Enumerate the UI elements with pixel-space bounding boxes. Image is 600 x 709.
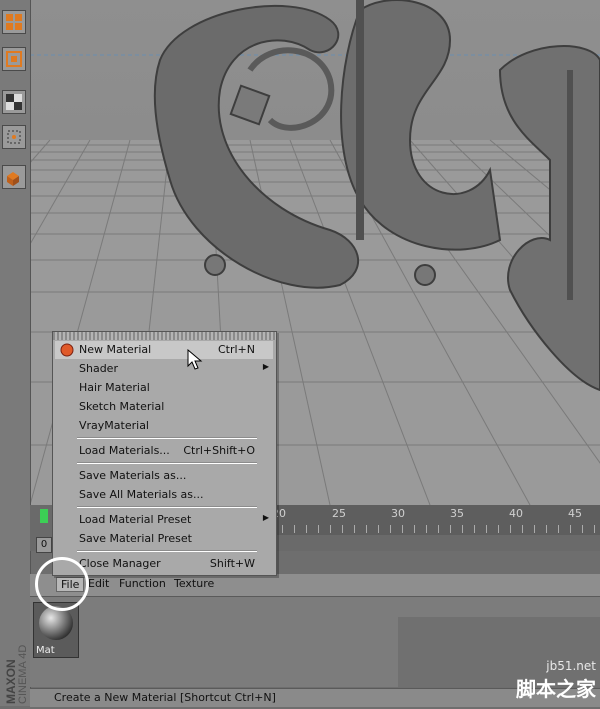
maxon-text: MAXON <box>4 659 18 704</box>
tick-label: 30 <box>391 507 405 520</box>
left-toolbar: MAXON CINEMA 4D <box>0 0 31 706</box>
menu-item-shortcut: Shift+W <box>209 557 255 570</box>
menu-item-save-material-preset[interactable]: Save Material Preset <box>55 530 273 548</box>
menu-item-shortcut: Ctrl+Shift+O <box>183 444 255 457</box>
watermark-name: 脚本之家 <box>516 677 596 701</box>
tick-label: 40 <box>509 507 523 520</box>
menu-item-load-materials[interactable]: Load Materials... Ctrl+Shift+O <box>55 442 273 460</box>
menu-item-vraymaterial[interactable]: VrayMaterial <box>55 417 273 435</box>
menu-separator <box>77 462 257 464</box>
material-panel[interactable]: Mat <box>30 597 600 687</box>
tick-label: 25 <box>332 507 346 520</box>
menu-item-label: Load Materials... <box>79 444 170 457</box>
model-mode-button[interactable] <box>2 165 26 189</box>
points-mode-button[interactable] <box>2 125 26 149</box>
submenu-arrow-icon: ▶ <box>262 362 269 371</box>
cubes-icon <box>7 172 19 186</box>
menu-item-label: Close Manager <box>79 557 161 570</box>
menu-item-label: VrayMaterial <box>79 419 149 432</box>
new-material-icon <box>60 343 74 357</box>
menu-item-label: Save Material Preset <box>79 532 192 545</box>
object-mode-button[interactable] <box>2 47 26 71</box>
cinema4d-logo: MAXON CINEMA 4D <box>2 600 29 706</box>
points-icon <box>7 130 21 144</box>
object-icon <box>6 51 22 67</box>
menu-item-new-material[interactable]: New Material Ctrl+N <box>55 341 273 359</box>
status-bar: Create a New Material [Shortcut Ctrl+N] <box>30 688 600 707</box>
timeline-ruler[interactable]: 20 25 30 35 40 45 <box>270 505 600 535</box>
watermark: jb51.net 脚本之家 <box>516 659 596 702</box>
menu-item-save-materials-as[interactable]: Save Materials as... <box>55 467 273 485</box>
menu-item-label: New Material <box>79 343 152 356</box>
playhead-marker[interactable] <box>40 509 48 523</box>
timeline-ticks <box>270 525 600 533</box>
menu-separator <box>77 506 257 508</box>
grid-layout-icon <box>6 14 22 30</box>
material-menubar: File Edit Function Texture <box>30 574 600 597</box>
menu-item-label: Shader <box>79 362 118 375</box>
menu-item-sketch-material[interactable]: Sketch Material <box>55 398 273 416</box>
status-text: Create a New Material [Shortcut Ctrl+N] <box>54 691 276 704</box>
highlight-circle <box>35 557 89 611</box>
menu-function[interactable]: Function <box>119 577 166 590</box>
viewport-layout-button[interactable] <box>2 10 26 34</box>
file-dropdown-menu: New Material Ctrl+N Shader ▶ Hair Materi… <box>52 331 277 576</box>
menu-grip[interactable] <box>53 332 276 340</box>
menu-separator <box>77 437 257 439</box>
menu-item-hair-material[interactable]: Hair Material <box>55 379 273 397</box>
submenu-arrow-icon: ▶ <box>262 513 269 522</box>
menu-separator <box>77 550 257 552</box>
tick-label: 45 <box>568 507 582 520</box>
menu-edit[interactable]: Edit <box>88 577 109 590</box>
product-text: CINEMA 4D <box>17 645 28 704</box>
texture-mode-button[interactable] <box>2 90 26 114</box>
menu-item-shortcut: Ctrl+N <box>217 343 255 356</box>
menu-texture[interactable]: Texture <box>174 577 214 590</box>
menu-item-label: Hair Material <box>79 381 150 394</box>
menu-item-label: Sketch Material <box>79 400 165 413</box>
tick-label: 35 <box>450 507 464 520</box>
current-frame-field[interactable]: 0 <box>36 537 52 553</box>
menu-item-load-material-preset[interactable]: Load Material Preset ▶ <box>55 511 273 529</box>
watermark-site: jb51.net <box>546 659 596 673</box>
material-name: Mat <box>36 645 55 656</box>
menu-item-save-all-materials-as[interactable]: Save All Materials as... <box>55 486 273 504</box>
checker-icon <box>6 94 22 110</box>
menu-item-shader[interactable]: Shader ▶ <box>55 360 273 378</box>
menu-item-label: Save All Materials as... <box>79 488 204 501</box>
menu-item-label: Save Materials as... <box>79 469 187 482</box>
menu-item-label: Load Material Preset <box>79 513 192 526</box>
menu-item-close-manager[interactable]: Close Manager Shift+W <box>55 555 273 573</box>
mouse-cursor-icon <box>187 349 203 370</box>
